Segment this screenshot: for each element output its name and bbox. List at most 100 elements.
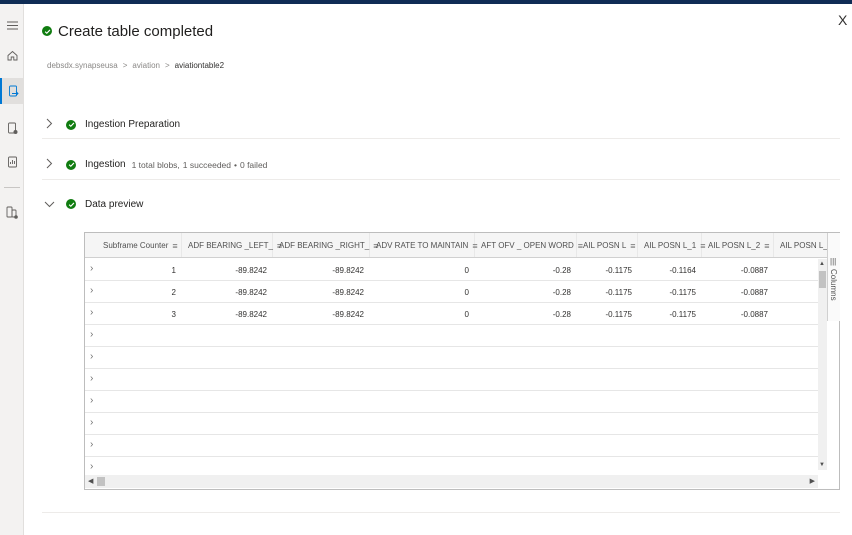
scroll-right-icon[interactable]: ▶ [810, 477, 815, 485]
checkmark-circle-icon [66, 199, 76, 209]
grid-body: › 1 -89.8242 -89.8242 0 -0.28 -0.1175 -0.1164 -0… [85, 259, 818, 470]
column-header[interactable]: ADV RATE TO MAINTAIN ≡ [370, 233, 478, 257]
breadcrumb-separator: > [122, 61, 128, 70]
column-header-label: AIL POSN L_2 [708, 241, 761, 250]
columns-tool-panel[interactable]: ||| Columns [827, 233, 840, 321]
column-header-label: Subframe Counter [103, 241, 169, 250]
table-row[interactable]: › [85, 435, 818, 457]
scrollbar-thumb[interactable] [97, 477, 105, 486]
table-row[interactable]: › 1 -89.8242 -89.8242 0 -0.28 -0.1175 -0.1164 -0… [85, 259, 818, 281]
table-cell: -0.0887 [740, 265, 768, 275]
dashboard-icon[interactable] [0, 149, 24, 175]
table-cell: -0.1175 [605, 309, 632, 319]
column-header[interactable]: AIL POSN L_3≡ [774, 233, 827, 257]
column-header-label: AIL POSN L_1 [644, 241, 697, 250]
column-header[interactable]: AIL POSN L ≡ [577, 233, 638, 257]
expand-row-icon[interactable]: › [90, 285, 93, 296]
connections-icon[interactable] [0, 199, 24, 225]
step-data-preview[interactable]: Data preview [42, 192, 840, 216]
column-header[interactable]: AIL POSN L_1 ≡ [638, 233, 705, 257]
table-row[interactable]: › [85, 391, 818, 413]
scroll-down-icon[interactable]: ▼ [819, 462, 825, 468]
column-header-label: ADF BEARING _RIGHT_ [279, 241, 370, 250]
chevron-right-icon[interactable] [42, 158, 56, 172]
table-cell: 0 [464, 309, 469, 319]
columns-icon[interactable]: ||| [830, 257, 836, 266]
breadcrumb-cluster[interactable]: debsdx.synapseusa [47, 61, 118, 70]
table-cell: -0.0887 [740, 309, 768, 319]
query-icon[interactable] [0, 115, 24, 141]
left-nav-rail [0, 4, 24, 535]
table-cell: -89.8242 [235, 265, 267, 275]
column-menu-icon[interactable]: ≡ [630, 241, 635, 251]
blob-total: 1 total blobs, [131, 159, 180, 170]
table-cell: 2 [171, 287, 176, 297]
scroll-up-icon[interactable]: ▲ [819, 261, 825, 267]
page-header: Create table completed [42, 20, 213, 42]
columns-panel-label[interactable]: Columns [829, 269, 838, 301]
checkmark-circle-icon [42, 26, 52, 36]
expand-row-icon[interactable]: › [90, 461, 93, 470]
table-row[interactable]: › [85, 413, 818, 435]
table-row[interactable]: › [85, 369, 818, 391]
expand-row-icon[interactable]: › [90, 351, 93, 362]
table-cell: -0 [774, 281, 818, 303]
step-label: Data preview [85, 198, 144, 210]
scroll-left-icon[interactable]: ◀ [88, 477, 93, 485]
table-cell: -89.8242 [332, 287, 364, 297]
step-label: Ingestion Preparation [85, 119, 181, 130]
column-header[interactable]: Subframe Counter ≡ [97, 233, 182, 257]
checkmark-circle-icon [66, 119, 76, 130]
table-cell: 3 [171, 309, 176, 319]
top-accent-bar [0, 0, 852, 4]
horizontal-scrollbar[interactable]: ◀ ▶ [85, 475, 818, 488]
expand-row-icon[interactable]: › [90, 373, 93, 384]
table-row[interactable]: › [85, 325, 818, 347]
column-header-label: AFT OFV _ OPEN WORD [481, 241, 574, 250]
expand-row-icon[interactable]: › [90, 263, 93, 274]
rail-divider [4, 187, 20, 188]
breadcrumb: debsdx.synapseusa > aviation > aviationt… [47, 61, 224, 70]
chevron-down-icon[interactable] [42, 197, 56, 211]
table-cell: -0.28 [552, 287, 571, 297]
expand-row-icon[interactable]: › [90, 395, 93, 406]
hamburger-menu-icon[interactable] [0, 12, 24, 38]
table-cell: -89.8242 [235, 309, 267, 319]
section-divider [42, 512, 840, 513]
expand-row-icon[interactable]: › [90, 439, 93, 450]
expand-row-icon[interactable]: › [90, 417, 93, 428]
table-cell: -0 [774, 259, 818, 281]
column-header[interactable]: ADF BEARING _LEFT_ ≡ [182, 233, 282, 257]
grid-header: Subframe Counter ≡ ADF BEARING _LEFT_ ≡ ADF … [85, 233, 827, 258]
column-header[interactable]: ADF BEARING _RIGHT_ ≡ [273, 233, 379, 257]
table-cell: 0 [464, 265, 469, 275]
breadcrumb-database[interactable]: aviation [132, 61, 160, 70]
expand-row-icon[interactable]: › [90, 307, 93, 318]
column-menu-icon[interactable]: ≡ [764, 241, 769, 251]
table-cell: -89.8242 [332, 265, 364, 275]
step-ingestion-preparation[interactable]: Ingestion Preparation [42, 111, 840, 139]
column-header[interactable]: AFT OFV _ OPEN WORD ≡ [475, 233, 583, 257]
expand-row-icon[interactable]: › [90, 329, 93, 340]
table-cell: -0.1175 [669, 309, 696, 319]
home-icon[interactable] [0, 42, 24, 68]
data-ingest-icon[interactable] [0, 78, 24, 104]
table-cell: -0.28 [552, 265, 571, 275]
table-cell: 0 [464, 287, 469, 297]
column-menu-icon[interactable]: ≡ [172, 241, 177, 251]
column-header-label: ADF BEARING _LEFT_ [188, 241, 273, 250]
table-row[interactable]: › 2 -89.8242 -89.8242 0 -0.28 -0.1175 -0.1175 -0… [85, 281, 818, 303]
table-cell: -89.8242 [332, 309, 364, 319]
table-cell: -0.1175 [605, 265, 632, 275]
step-ingestion[interactable]: Ingestion 1 total blobs, 1 succeeded • 0… [42, 150, 840, 180]
table-row[interactable]: › 3 -89.8242 -89.8242 0 -0.28 -0.1175 -0.1175 -0… [85, 303, 818, 325]
close-button[interactable]: X [838, 12, 852, 28]
chevron-right-icon[interactable] [42, 118, 56, 132]
scrollbar-thumb[interactable] [819, 271, 826, 288]
column-header[interactable]: AIL POSN L_2 ≡ [702, 233, 774, 257]
table-row[interactable]: › [85, 457, 818, 470]
vertical-scrollbar[interactable]: ▲ ▼ [818, 259, 827, 470]
breadcrumb-table: aviationtable2 [174, 61, 225, 70]
table-row[interactable]: › [85, 347, 818, 369]
column-header-label: AIL POSN L [583, 241, 627, 250]
